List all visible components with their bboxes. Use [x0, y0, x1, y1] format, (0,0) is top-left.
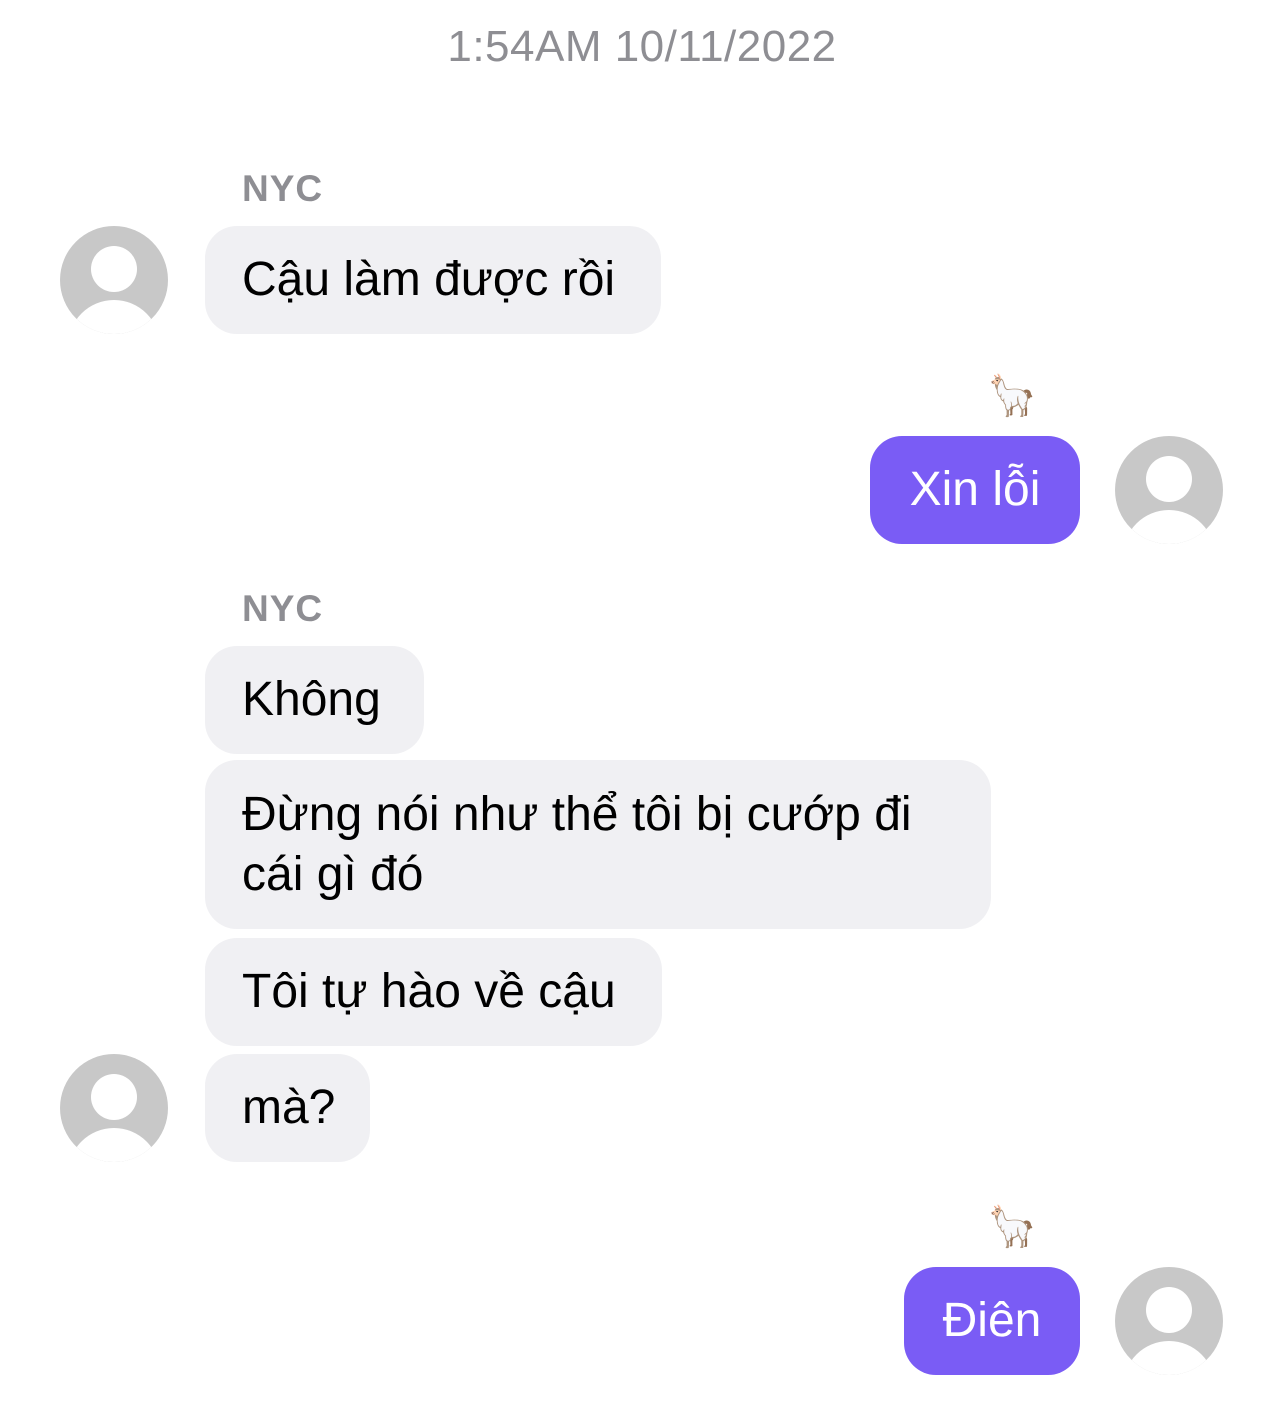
conversation-timestamp: 1:54AM 10/11/2022	[447, 22, 837, 71]
message-bubble-incoming[interactable]: Cậu làm được rồi	[205, 226, 661, 334]
my-avatar-icon[interactable]	[1115, 1267, 1223, 1375]
sender-name: NYC	[242, 588, 324, 629]
message-bubble-outgoing[interactable]: Điên	[904, 1267, 1080, 1375]
my-avatar-icon[interactable]	[1115, 436, 1223, 544]
message-bubble-incoming[interactable]: Tôi tự hào về cậu	[205, 938, 662, 1046]
contact-avatar-icon[interactable]	[60, 1054, 168, 1162]
message-bubble-incoming[interactable]: Đừng nói như thể tôi bị cướp đi cái gì đ…	[205, 760, 991, 929]
message-bubble-incoming[interactable]: Không	[205, 646, 424, 754]
message-bubble-incoming[interactable]: mà?	[205, 1054, 370, 1162]
llama-reaction-icon[interactable]: 🦙	[984, 1203, 1040, 1251]
sender-name: NYC	[242, 168, 324, 209]
contact-avatar-icon[interactable]	[60, 226, 168, 334]
llama-reaction-icon[interactable]: 🦙	[984, 372, 1040, 420]
message-bubble-outgoing[interactable]: Xin lỗi	[870, 436, 1080, 544]
